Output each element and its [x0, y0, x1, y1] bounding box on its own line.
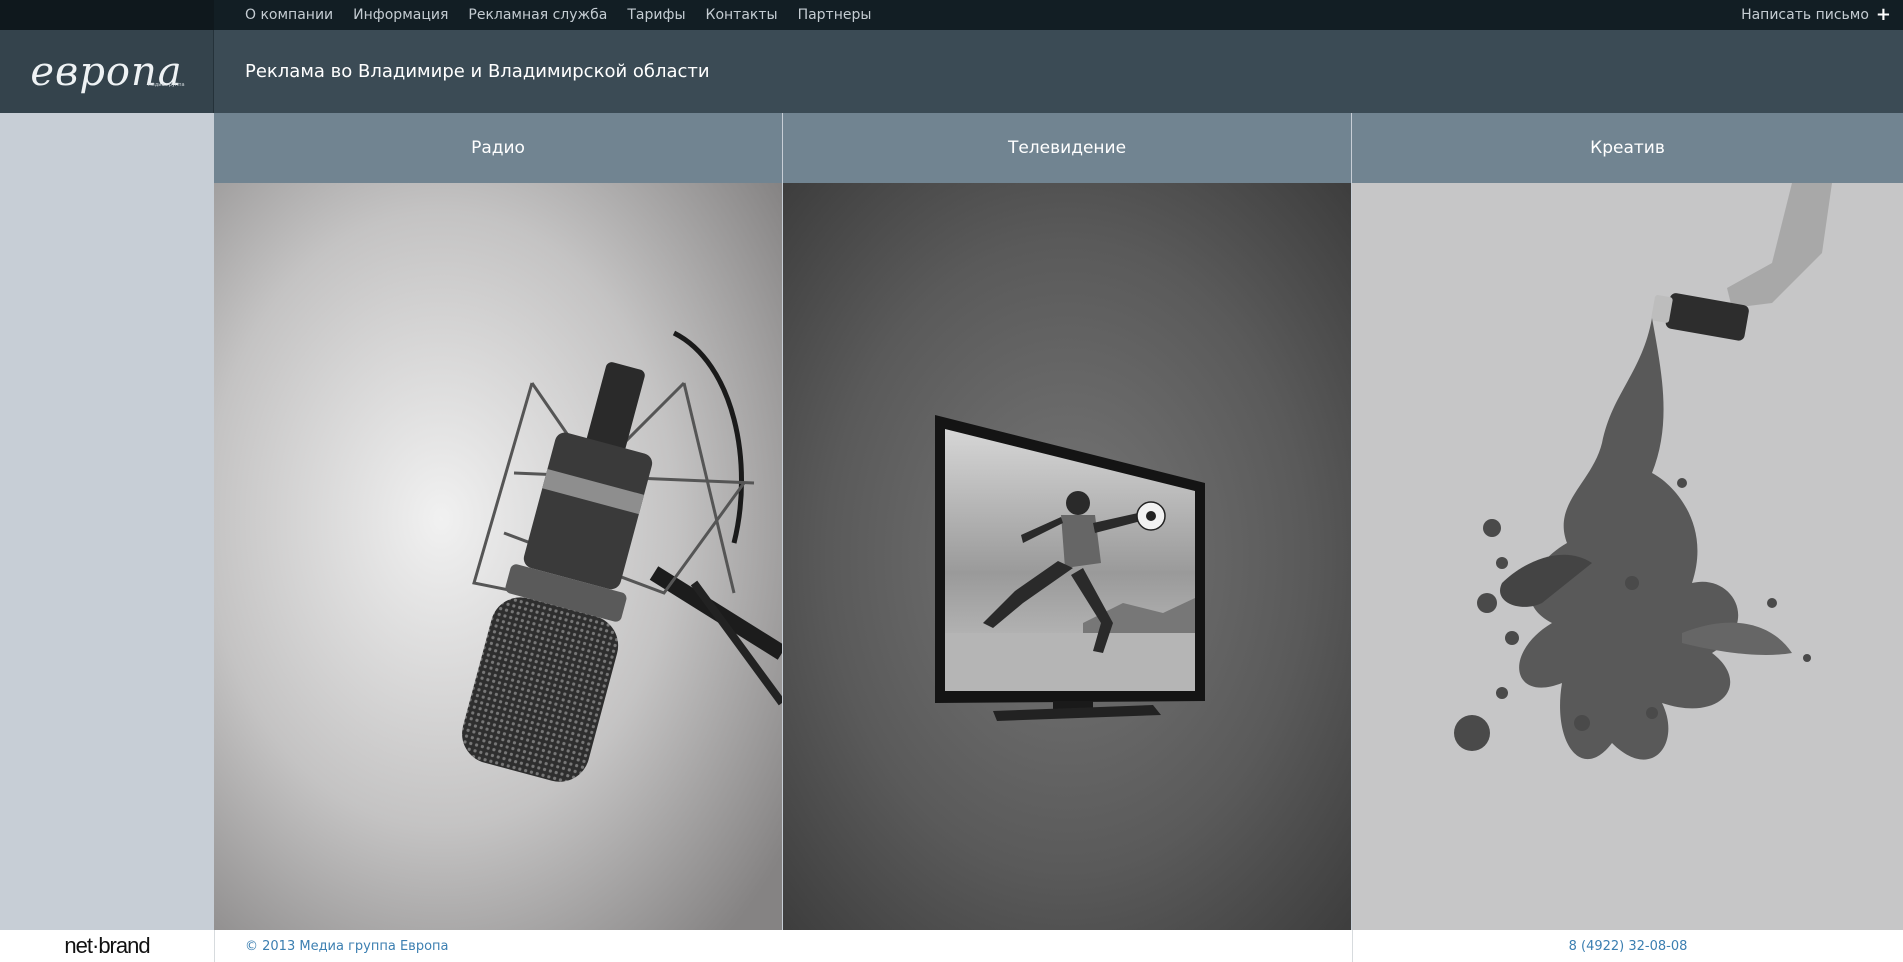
left-sidebar — [0, 0, 214, 962]
plus-icon: + — [1875, 4, 1891, 25]
copyright-text: © 2013 Медиа группа Европа — [245, 938, 449, 954]
top-navbar: О компании Информация Рекламная служба Т… — [0, 0, 1903, 30]
microphone-image[interactable] — [214, 183, 782, 930]
topbar-left-shade — [0, 0, 214, 30]
phone-number: 8 (4922) 32-08-08 — [1568, 938, 1688, 954]
logo-subtitle: медиа группа — [148, 82, 185, 88]
tv-image[interactable] — [783, 183, 1351, 930]
netbrand-logo[interactable]: net·brand — [0, 930, 214, 962]
section-creative-title[interactable]: Креатив — [1352, 113, 1903, 183]
write-letter-label: Написать письмо — [1741, 7, 1869, 23]
page-title: Реклама во Владимире и Владимирской обла… — [245, 61, 710, 82]
section-creative[interactable]: Креатив — [1352, 113, 1903, 930]
nav-item-tariffs[interactable]: Тарифы — [627, 7, 685, 23]
section-radio-title[interactable]: Радио — [214, 113, 782, 183]
nav-item-contacts[interactable]: Контакты — [706, 7, 778, 23]
nav-item-info[interactable]: Информация — [353, 7, 448, 23]
sections-grid: Радио Телевидение Креатив — [214, 113, 1903, 930]
nav-item-partners[interactable]: Партнеры — [798, 7, 872, 23]
logo[interactable]: европа медиа группа — [0, 30, 214, 113]
paint-splash-image[interactable] — [1352, 183, 1903, 930]
section-tv-title[interactable]: Телевидение — [783, 113, 1351, 183]
main-nav: О компании Информация Рекламная служба Т… — [245, 0, 871, 30]
page-header: европа медиа группа Реклама во Владимире… — [0, 30, 1903, 113]
section-tv[interactable]: Телевидение — [783, 113, 1351, 930]
section-radio[interactable]: Радио — [214, 113, 782, 930]
write-letter-link[interactable]: Написать письмо + — [1741, 0, 1891, 30]
nav-item-about[interactable]: О компании — [245, 7, 333, 23]
nav-item-ad-service[interactable]: Рекламная служба — [468, 7, 607, 23]
footer: net·brand © 2013 Медиа группа Европа 8 (… — [0, 930, 1903, 962]
footer-divider — [214, 930, 215, 962]
